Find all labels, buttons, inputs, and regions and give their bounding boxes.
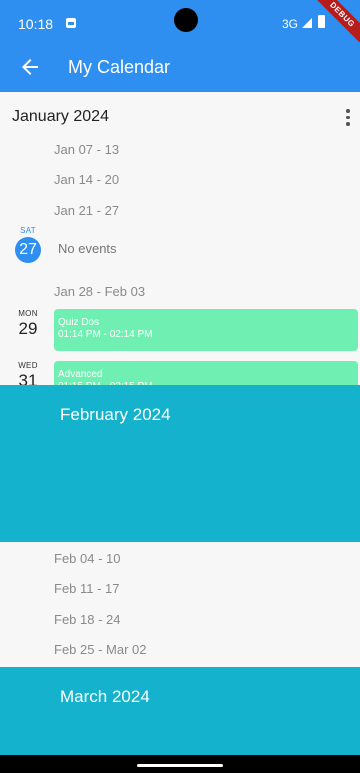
home-indicator[interactable] [137,764,223,767]
status-bar: 10:18 3G DEBUG [0,0,360,42]
battery-icon [318,15,325,28]
signal-icon [302,18,312,28]
month-header-january: January 2024 [12,108,109,125]
notification-icon [66,18,76,28]
day-number: 29 [18,319,38,338]
page-title: My Calendar [68,57,171,77]
event-title: Quiz Dos [58,317,100,328]
day-of-week: WED [18,361,38,370]
camera-cutout [174,8,198,32]
week-label: Feb 25 - Mar 02 [54,642,147,657]
status-time: 10:18 [18,16,54,32]
week-label: Feb 11 - 17 [54,581,120,596]
month-banner-title: March 2024 [60,687,150,706]
day-number: 27 [15,237,41,263]
week-label: Feb 18 - 24 [54,612,121,627]
back-arrow-icon[interactable] [18,55,42,79]
day-of-week: MON [18,309,38,318]
day-today[interactable]: SAT 27 [10,226,46,263]
week-label: Jan 21 - 27 [54,203,120,218]
event-card[interactable]: Quiz Dos 01:14 PM - 02:14 PM [54,309,358,351]
month-banner-title: February 2024 [60,405,171,424]
debug-banner: DEBUG [308,0,360,42]
day-mon-29: MON 29 [10,309,46,339]
month-banner-february: February 2024 [0,385,360,542]
network-type: 3G [282,17,299,31]
event-time: 01:14 PM - 02:14 PM [58,329,153,340]
week-label: Jan 14 - 20 [54,172,120,187]
week-label: Jan 07 - 13 [54,142,120,157]
no-events-text: No events [58,241,117,256]
event-title: Advanced [58,369,103,380]
week-label: Feb 04 - 10 [54,551,121,566]
month-banner-march: March 2024 [0,667,360,755]
day-of-week: SAT [20,226,36,235]
week-label: Jan 28 - Feb 03 [54,284,146,299]
more-vert-icon[interactable] [336,106,360,130]
app-bar: My Calendar [0,42,360,92]
